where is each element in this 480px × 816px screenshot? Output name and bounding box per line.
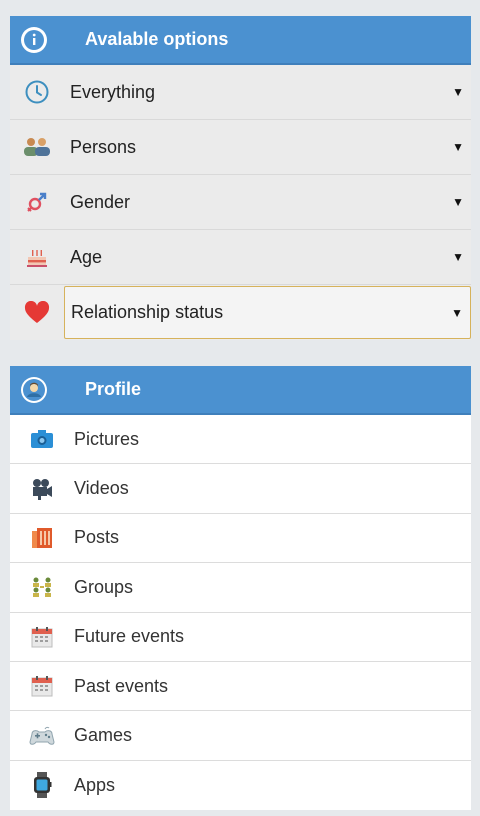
options-header: Avalable options [10, 16, 471, 65]
heart-icon [10, 285, 64, 340]
option-row-gender: Gender ▼ [10, 175, 471, 230]
relationship-status-select[interactable]: Relationship status ▼ [64, 286, 471, 339]
age-select-label: Age [70, 246, 103, 267]
list-item-label: Past events [74, 675, 169, 696]
list-item-label: Pictures [74, 428, 140, 449]
birthday-cake-icon [10, 230, 64, 284]
chevron-down-icon: ▼ [452, 140, 464, 154]
gamepad-icon [10, 711, 74, 759]
video-camera-icon [10, 464, 74, 512]
everything-select-label: Everything [70, 81, 156, 102]
chevron-down-icon: ▼ [451, 305, 463, 320]
camera-icon [10, 415, 74, 463]
option-row-everything: Everything ▼ [10, 65, 471, 120]
list-item-past-events[interactable]: Past events [10, 661, 471, 712]
list-item-games[interactable]: Games [10, 711, 471, 761]
groups-icon [10, 563, 74, 611]
calendar-icon [10, 662, 74, 710]
posts-icon [10, 514, 74, 562]
list-item-label: Games [74, 725, 133, 746]
list-item-label: Groups [74, 576, 134, 597]
gender-select[interactable]: Gender ▼ [64, 175, 471, 229]
gender-select-label: Gender [70, 191, 131, 212]
list-item-posts[interactable]: Posts [10, 513, 471, 564]
option-row-age: Age ▼ [10, 230, 471, 285]
age-select[interactable]: Age ▼ [64, 230, 471, 284]
option-row-relationship-status: Relationship status ▼ [10, 285, 471, 340]
option-row-persons: Persons ▼ [10, 120, 471, 175]
info-icon [21, 26, 47, 53]
gender-icon [10, 175, 64, 229]
chevron-down-icon: ▼ [452, 85, 464, 99]
list-item-groups[interactable]: Groups [10, 563, 471, 613]
options-panel: Avalable options Everything ▼ Persons ▼ … [10, 16, 471, 340]
list-item-pictures[interactable]: Pictures [10, 415, 471, 465]
options-title: Avalable options [85, 29, 229, 49]
relationship-status-select-label: Relationship status [71, 302, 224, 322]
list-item-label: Videos [74, 478, 129, 499]
persons-select-label: Persons [70, 136, 137, 157]
profile-header: Profile [10, 366, 471, 415]
smartwatch-icon [10, 761, 74, 810]
list-item-videos[interactable]: Videos [10, 464, 471, 514]
everything-select[interactable]: Everything ▼ [64, 65, 471, 119]
chevron-down-icon: ▼ [452, 250, 464, 264]
list-item-apps[interactable]: Apps [10, 760, 471, 811]
list-item-label: Posts [74, 527, 120, 548]
list-item-label: Apps [74, 774, 116, 795]
list-item-future-events[interactable]: Future events [10, 612, 471, 662]
clock-icon [10, 65, 64, 119]
chevron-down-icon: ▼ [452, 195, 464, 209]
list-item-label: Future events [74, 626, 185, 647]
profile-panel: Profile Pictures Videos Posts Groups Fut… [10, 366, 471, 811]
user-avatar-icon [21, 376, 47, 403]
profile-title: Profile [85, 379, 142, 399]
persons-icon [10, 120, 64, 174]
calendar-icon [10, 613, 74, 661]
persons-select[interactable]: Persons ▼ [64, 120, 471, 174]
